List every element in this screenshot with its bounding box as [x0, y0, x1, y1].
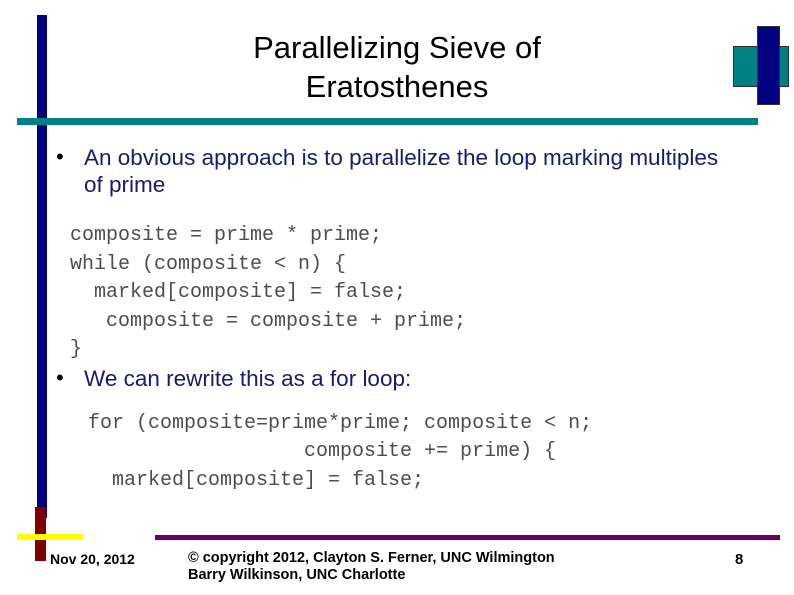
code-block-1-line-4: composite = composite + prime;	[70, 309, 467, 333]
code-block-2: for (composite=prime*prime; composite < …	[0, 410, 794, 496]
bullet-marker-icon: •	[56, 364, 64, 390]
code-block-1-line-2: while (composite < n) {	[70, 252, 347, 276]
bullet-item-2: • We can rewrite this as a for loop:	[0, 365, 794, 392]
code-block-1-line-1: composite = prime * prime;	[70, 224, 383, 247]
footer-copyright-line-2: Barry Wilkinson, UNC Charlotte	[188, 567, 406, 583]
code-block-1-line-5: }	[70, 338, 83, 361]
footer-copyright-line-1: © copyright 2012, Clayton S. Ferner, UNC…	[188, 550, 555, 566]
slide-title: Parallelizing Sieve of Eratosthenes	[97, 28, 697, 106]
slide-title-line-2: Eratosthenes	[305, 69, 489, 104]
top-right-navy-rectangle	[757, 26, 780, 105]
bullet-item-1: • An obvious approach is to parallelize …	[0, 144, 794, 198]
code-block-2-line-2: composite += prime) {	[88, 440, 557, 463]
footer-copyright: © copyright 2012, Clayton S. Ferner, UNC…	[188, 550, 555, 584]
code-block-2-line-3: marked[composite] = false;	[88, 468, 425, 492]
code-block-1: composite = prime * prime; while (compos…	[0, 222, 794, 365]
slide-page-number: 8	[735, 551, 744, 568]
bullet-marker-icon: •	[56, 144, 64, 169]
code-block-1-line-3: marked[composite] = false;	[70, 281, 407, 304]
footer-divider-rule	[155, 535, 780, 540]
title-divider-rule	[17, 118, 758, 125]
bullet-item-1-text: An obvious approach is to parallelize th…	[84, 145, 719, 197]
slide-title-line-1: Parallelizing Sieve of	[253, 30, 541, 65]
bottom-left-yellow-bar	[17, 534, 83, 540]
bullet-item-2-text: We can rewrite this as a for loop:	[84, 365, 412, 391]
code-block-2-line-1: for (composite=prime*prime; composite < …	[88, 411, 593, 435]
slide-body: • An obvious approach is to parallelize …	[0, 136, 794, 495]
presentation-slide: Parallelizing Sieve of Eratosthenes • An…	[0, 0, 794, 595]
footer-date: Nov 20, 2012	[50, 551, 135, 567]
